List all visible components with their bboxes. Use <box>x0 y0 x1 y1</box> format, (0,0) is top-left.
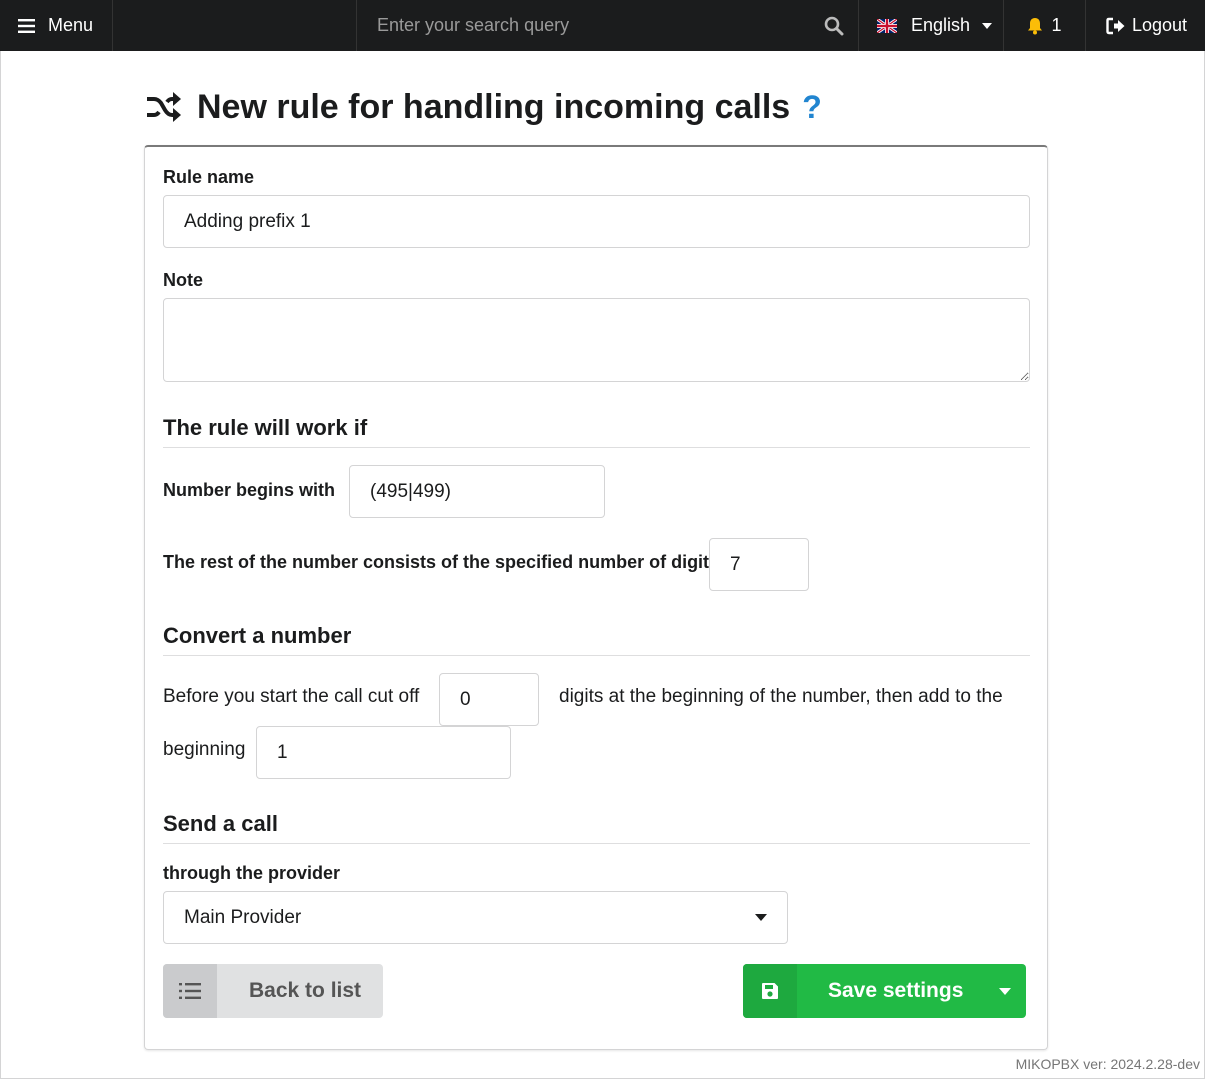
caret-down-icon <box>982 22 993 29</box>
number-begins-input[interactable] <box>349 465 605 518</box>
section-convert: Convert a number <box>163 623 1030 656</box>
language-dropdown[interactable]: English <box>859 0 1004 51</box>
version-label: MIKOPBX ver: 2024.2.28-dev <box>1015 1056 1200 1072</box>
search-icon[interactable] <box>824 16 844 36</box>
hamburger-icon <box>18 18 35 33</box>
cut-off-input[interactable] <box>439 673 539 726</box>
prepend-text: beginning <box>163 739 246 760</box>
logout-button[interactable]: Logout <box>1086 0 1205 51</box>
provider-value: Main Provider <box>184 906 302 928</box>
rule-name-input[interactable] <box>163 195 1030 248</box>
language-label: English <box>911 15 971 35</box>
top-bar: Menu English 1 <box>0 0 1205 51</box>
uk-flag-icon <box>877 18 897 33</box>
save-settings-button[interactable]: Save settings <box>743 964 1026 1018</box>
rest-digits-input[interactable] <box>709 538 809 591</box>
section-condition: The rule will work if <box>163 415 1030 448</box>
list-icon <box>163 964 217 1018</box>
rule-name-label: Rule name <box>163 167 255 187</box>
prepend-input[interactable] <box>256 726 511 779</box>
number-begins-label: Number begins with <box>163 480 336 500</box>
help-icon[interactable]: ? <box>802 89 822 126</box>
menu-button[interactable]: Menu <box>0 0 113 51</box>
random-icon <box>147 92 181 122</box>
section-send: Send a call <box>163 811 1030 844</box>
bell-icon <box>1028 17 1043 34</box>
save-options-dropdown[interactable] <box>984 987 1026 995</box>
rest-digits-label: The rest of the number consists of the s… <box>163 552 720 572</box>
note-textarea[interactable] <box>163 298 1030 382</box>
page-title: New rule for handling incoming calls <box>197 87 791 126</box>
topbar-spacer <box>113 0 357 51</box>
dropdown-caret-icon <box>755 914 767 921</box>
page-header: New rule for handling incoming calls ? <box>145 85 822 129</box>
back-to-list-button[interactable]: Back to list <box>163 964 383 1018</box>
caret-down-icon <box>999 987 1011 995</box>
search-input[interactable] <box>377 15 797 36</box>
rule-form: Rule name Note The rule will work if Num… <box>144 145 1048 1050</box>
sign-out-icon <box>1106 17 1125 34</box>
logout-label: Logout <box>1132 15 1188 35</box>
save-settings-label: Save settings <box>828 979 964 1002</box>
cut-off-text-after: digits at the beginning of the number, t… <box>559 686 1003 707</box>
note-label: Note <box>163 270 203 290</box>
menu-label: Menu <box>48 15 94 35</box>
notifications-count: 1 <box>1051 15 1062 35</box>
cut-off-text-before: Before you start the call cut off <box>163 686 420 707</box>
back-to-list-label: Back to list <box>249 979 362 1002</box>
notifications-button[interactable]: 1 <box>1004 0 1086 51</box>
save-icon <box>743 964 797 1018</box>
provider-select[interactable]: Main Provider <box>163 891 788 944</box>
provider-label: through the provider <box>163 863 340 883</box>
search-bar <box>357 0 859 51</box>
